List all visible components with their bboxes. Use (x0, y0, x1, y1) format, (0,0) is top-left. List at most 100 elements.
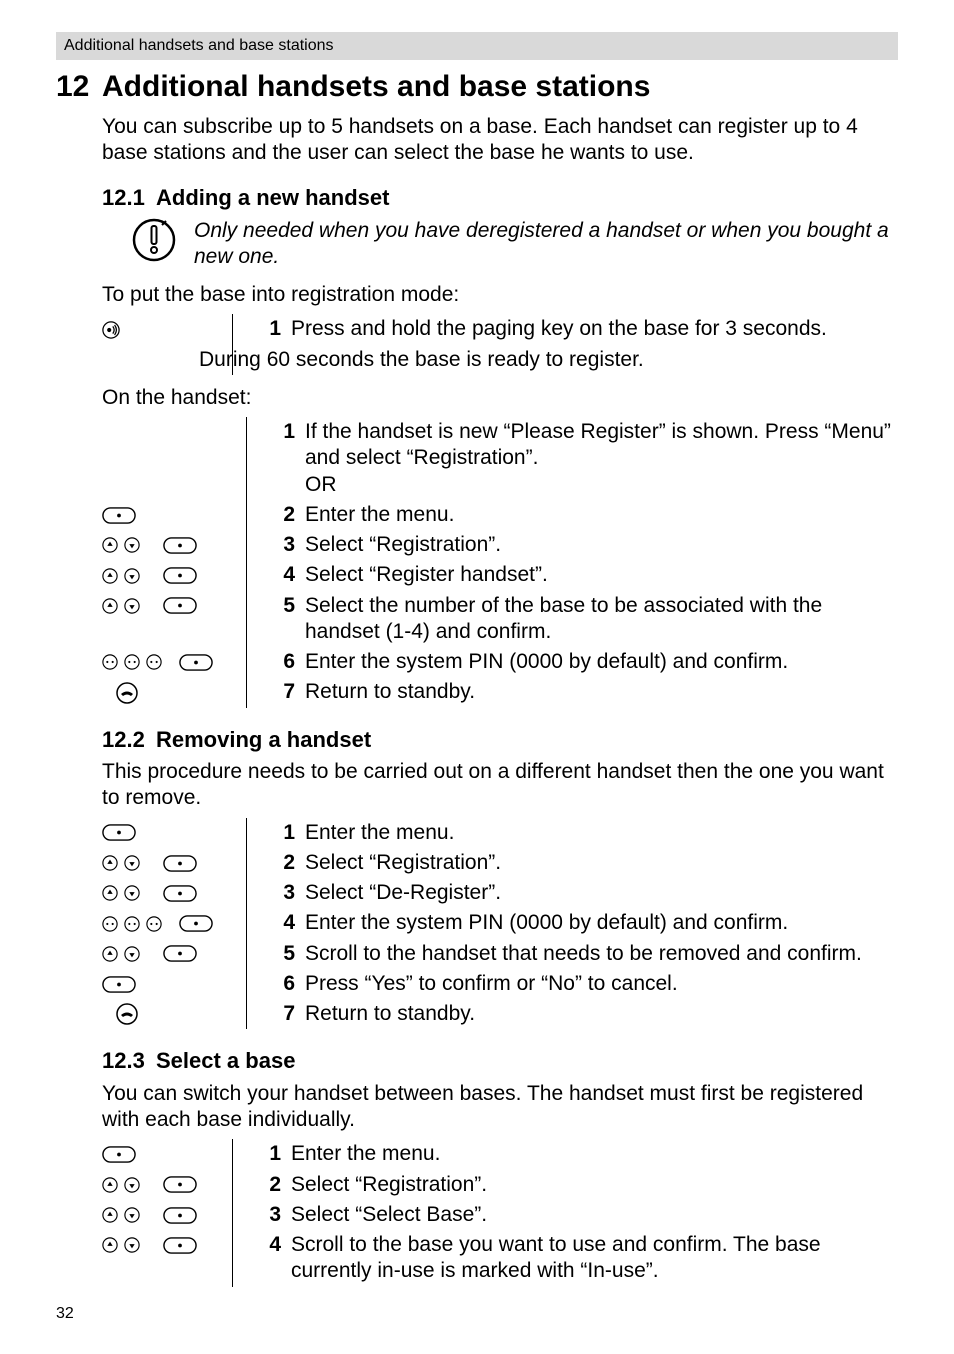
hangup-key-icon (116, 1003, 138, 1025)
nav-down-icon (124, 537, 140, 553)
numkey-icon (146, 916, 162, 932)
step-row: 2 Enter the menu. (102, 500, 898, 530)
ok-key-icon (163, 945, 197, 962)
nav-down-icon (124, 855, 140, 871)
step-row: 3 Select “Registration”. (102, 530, 898, 560)
section-intro: You can subscribe up to 5 handsets on a … (102, 114, 898, 167)
step-text: Select “Registration”. (305, 848, 898, 878)
step-number: 4 (259, 908, 305, 938)
ok-key-icon (163, 597, 197, 614)
paging-key-icon (102, 321, 120, 339)
step-number: 3 (259, 878, 305, 908)
step-text: Enter the system PIN (0000 by default) a… (305, 908, 898, 938)
step-text: Press “Yes” to confirm or “No” to cancel… (305, 969, 898, 999)
step-number: 2 (245, 1170, 291, 1200)
step-row: 1 Enter the menu. (102, 818, 898, 848)
step-text: Select “Select Base”. (291, 1200, 898, 1230)
step-row: 7 Return to standby. (102, 677, 898, 707)
nav-down-icon (124, 1207, 140, 1223)
section-number: 12 (56, 68, 102, 106)
step-number: 1 (245, 314, 291, 344)
step-row: 3 Select “De-Register”. (102, 878, 898, 908)
step-text: Select “De-Register”. (305, 878, 898, 908)
step-number: 2 (259, 848, 305, 878)
step-row: 4 Enter the system PIN (0000 by default)… (102, 908, 898, 938)
hangup-key-icon (116, 682, 138, 704)
nav-down-icon (124, 1177, 140, 1193)
step-row: 7 Return to standby. (102, 999, 898, 1029)
step-text: Enter the menu. (305, 500, 898, 530)
nav-up-icon (102, 568, 118, 584)
nav-down-icon (124, 598, 140, 614)
step-text: Select “Register handset”. (305, 560, 898, 590)
nav-up-icon (102, 855, 118, 871)
numkey-icon (102, 654, 118, 670)
step-text: Press and hold the paging key on the bas… (291, 314, 898, 344)
step-row: 5 Select the number of the base to be as… (102, 591, 898, 648)
step-row: 2 Select “Registration”. (102, 1170, 898, 1200)
subsection-title: Removing a handset (156, 727, 371, 752)
section-title: 12Additional handsets and base stations (56, 68, 898, 106)
numkey-icon (146, 654, 162, 670)
step-text: Select the number of the base to be asso… (305, 591, 898, 648)
step-row: During 60 seconds the base is ready to r… (102, 345, 898, 375)
subsection-number: 12.1 (102, 184, 156, 212)
step-number: 3 (245, 1200, 291, 1230)
note-row: Only needed when you have deregistered a… (132, 218, 898, 271)
instr-handset-add: 1 If the handset is new “Please Register… (102, 417, 898, 708)
step-row: 6 Press “Yes” to confirm or “No” to canc… (102, 969, 898, 999)
step-number: 1 (259, 818, 305, 848)
subsection-intro: You can switch your handset between base… (102, 1081, 898, 1134)
step-row: 1 Press and hold the paging key on the b… (102, 314, 898, 344)
step-row: 3 Select “Select Base”. (102, 1200, 898, 1230)
nav-up-icon (102, 537, 118, 553)
step-row: 1 If the handset is new “Please Register… (102, 417, 898, 500)
step-text: Scroll to the base you want to use and c… (291, 1230, 898, 1287)
subsection-title: Adding a new handset (156, 185, 389, 210)
step-number: 2 (259, 500, 305, 530)
ok-key-icon (163, 567, 197, 584)
ok-key-icon (179, 915, 213, 932)
step-number: 6 (259, 647, 305, 677)
step-number: 1 (245, 1139, 291, 1169)
step-number: 3 (259, 530, 305, 560)
ok-key-icon (163, 537, 197, 554)
step-number: 7 (259, 999, 305, 1029)
softkey-icon (102, 976, 136, 993)
subsection-12-1: 12.1Adding a new handset (102, 184, 898, 212)
subsection-12-2: 12.2Removing a handset (102, 726, 898, 754)
base-after-text: During 60 seconds the base is ready to r… (199, 348, 644, 371)
lead-registration-mode: To put the base into registration mode: (102, 282, 898, 308)
step-row: 4 Select “Register handset”. (102, 560, 898, 590)
nav-up-icon (102, 946, 118, 962)
instr-base: 1 Press and hold the paging key on the b… (102, 314, 898, 375)
instr-select-base: 1 Enter the menu. 2 Select “Registration… (102, 1139, 898, 1286)
nav-up-icon (102, 1237, 118, 1253)
subsection-number: 12.2 (102, 726, 156, 754)
nav-up-icon (102, 598, 118, 614)
lead-on-handset: On the handset: (102, 385, 898, 411)
menu-key-icon (102, 824, 136, 841)
subsection-number: 12.3 (102, 1047, 156, 1075)
step-number: 5 (259, 591, 305, 648)
step-text: Select “Registration”. (305, 530, 898, 560)
step-row: 6 Enter the system PIN (0000 by default)… (102, 647, 898, 677)
nav-down-icon (124, 885, 140, 901)
running-header-text: Additional handsets and base stations (64, 37, 334, 54)
step-number: 4 (245, 1230, 291, 1287)
section-title-text: Additional handsets and base stations (102, 70, 650, 103)
step-text: Scroll to the handset that needs to be r… (305, 939, 898, 969)
subsection-12-3: 12.3Select a base (102, 1047, 898, 1075)
numkey-icon (102, 916, 118, 932)
page-number: 32 (56, 1304, 74, 1324)
step-row: 5 Scroll to the handset that needs to be… (102, 939, 898, 969)
step-number: 6 (259, 969, 305, 999)
ok-key-icon (179, 654, 213, 671)
instr-remove: 1 Enter the menu. 2 Select “Registration… (102, 818, 898, 1030)
menu-key-icon (102, 507, 136, 524)
step-number: 5 (259, 939, 305, 969)
step-text: Return to standby. (305, 677, 898, 707)
ok-key-icon (163, 1237, 197, 1254)
ok-key-icon (163, 1207, 197, 1224)
ok-key-icon (163, 885, 197, 902)
